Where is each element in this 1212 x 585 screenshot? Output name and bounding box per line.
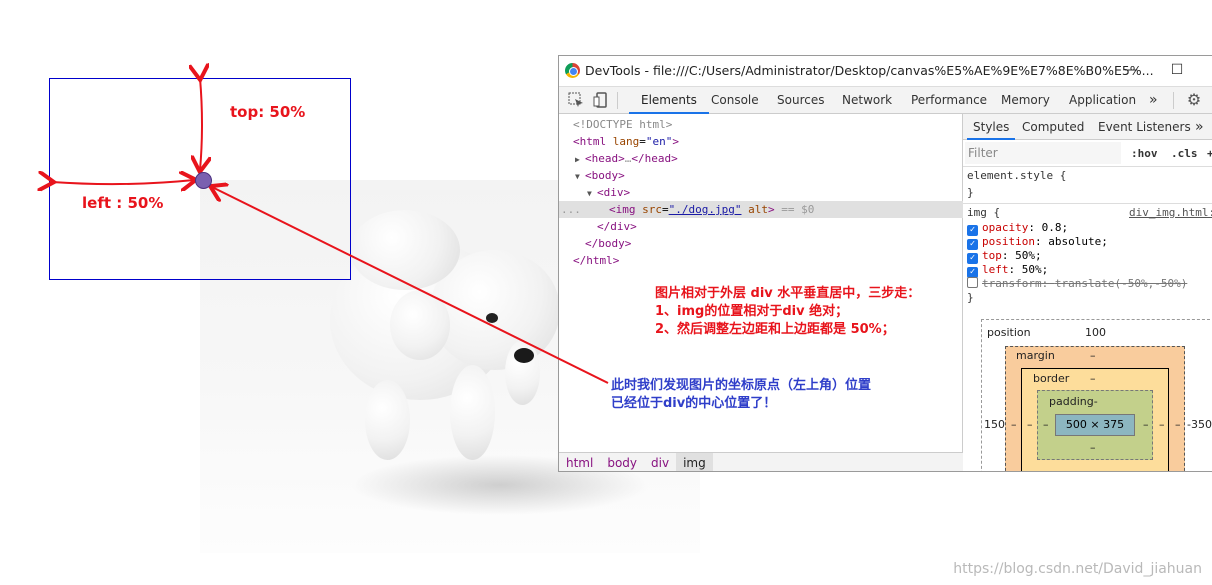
top-arrow	[200, 78, 202, 170]
watermark: https://blog.csdn.net/David_jiahuan	[953, 561, 1202, 577]
top-annotation: top: 50%	[230, 103, 306, 121]
step-2: 2、然后调整左边距和上边距都是 50%；	[655, 322, 895, 337]
image-origin-marker	[195, 172, 212, 189]
steps-title: 图片相对于外层 div 水平垂直居中，三步走：	[655, 286, 921, 301]
left-annotation: left : 50%	[82, 194, 164, 212]
annotation-arrows	[0, 0, 609, 384]
origin-arrow	[212, 187, 609, 384]
left-arrow	[52, 180, 194, 184]
note-line-1: 此时我们发现图片的坐标原点（左上角）位置	[611, 378, 872, 393]
step-1: 1、img的位置相对于div 绝对；	[655, 304, 849, 319]
page-canvas: top: 50% left : 50% DevTools - file:///C…	[0, 0, 1212, 585]
note-line-2: 已经位于div的中心位置了！	[611, 396, 777, 411]
